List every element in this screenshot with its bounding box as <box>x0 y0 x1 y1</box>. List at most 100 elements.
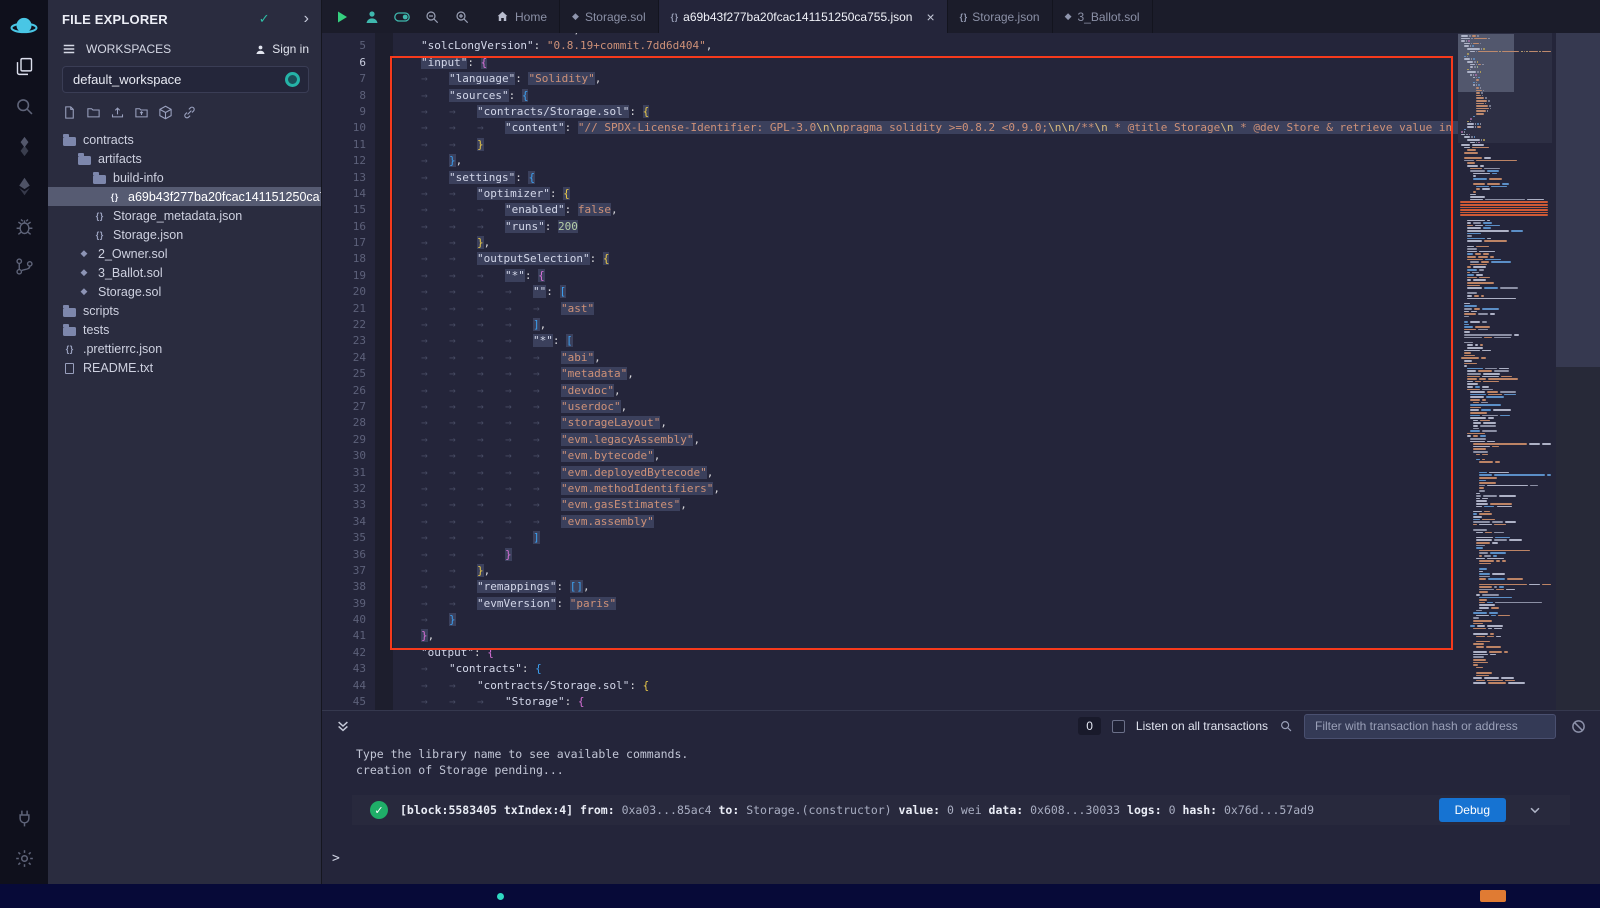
settings-icon[interactable] <box>8 842 40 874</box>
link-icon[interactable] <box>182 105 197 120</box>
debug-button[interactable]: Debug <box>1439 798 1506 822</box>
collapse-terminal-icon[interactable] <box>336 719 350 733</box>
code-line[interactable]: →→→→→"evm.deployedBytecode", <box>393 466 1458 482</box>
plugin-manager-icon[interactable] <box>8 802 40 834</box>
code-line[interactable]: →"language": "Solidity", <box>393 72 1458 88</box>
code-line[interactable]: →→"outputSelection": { <box>393 252 1458 268</box>
code-line[interactable]: →→"optimizer": { <box>393 187 1458 203</box>
minimap[interactable] <box>1458 33 1552 710</box>
code-line[interactable]: →→"evmVersion": "paris" <box>393 597 1458 613</box>
code-line[interactable]: →→→→→"abi", <box>393 351 1458 367</box>
upload-file-icon[interactable] <box>110 105 125 120</box>
code-line[interactable]: }, <box>393 629 1458 645</box>
code-line[interactable]: →→→→→"evm.methodIdentifiers", <box>393 482 1458 498</box>
code-line[interactable]: →→→→→"ast" <box>393 302 1458 318</box>
workspace-select[interactable]: default_workspace <box>62 66 309 93</box>
transaction-row[interactable]: ✓ [block:5583405 txIndex:4] from: 0xa03.… <box>352 795 1570 825</box>
zoom-in-icon[interactable] <box>454 9 470 25</box>
tree-item[interactable]: tests <box>48 320 321 339</box>
transaction-filter-input[interactable] <box>1304 714 1556 739</box>
code-line[interactable]: →→→→→"metadata", <box>393 367 1458 383</box>
code-line[interactable]: →→→→→"evm.legacyAssembly", <box>393 433 1458 449</box>
tree-item[interactable]: ◆Storage.sol <box>48 282 321 301</box>
code-line[interactable]: →→→"content": "// SPDX-License-Identifie… <box>393 121 1458 137</box>
scrollbar-thumb[interactable] <box>1556 33 1600 367</box>
expand-transaction-icon[interactable] <box>1528 803 1542 817</box>
chevron-right-icon[interactable]: › <box>304 10 309 28</box>
tree-item[interactable]: { }a69b43f277ba20fcac141151250ca7... <box>48 187 321 206</box>
code-line[interactable]: →→→→→"evm.bytecode", <box>393 449 1458 465</box>
tab-storage-json[interactable]: { }Storage.json <box>948 0 1053 33</box>
code-line[interactable]: "output": { <box>393 646 1458 662</box>
tab-a69b43f277ba20fcac141151250ca755-json[interactable]: { }a69b43f277ba20fcac141151250ca755.json… <box>659 0 948 33</box>
transaction-count-badge: 0 <box>1078 717 1101 735</box>
run-icon[interactable] <box>334 9 350 25</box>
code-viewport[interactable]: "solcVersion": "0.8.19","solcLongVersion… <box>393 33 1458 710</box>
code-line[interactable]: →→→→→"devdoc", <box>393 384 1458 400</box>
tree-item[interactable]: contracts <box>48 130 321 149</box>
code-line[interactable]: "solcLongVersion": "0.8.19+commit.7dd6d4… <box>393 39 1458 55</box>
code-line[interactable]: →→→→→"storageLayout", <box>393 416 1458 432</box>
search-icon[interactable] <box>8 90 40 122</box>
code-line[interactable]: →"contracts": { <box>393 662 1458 678</box>
editor-scrollbar[interactable] <box>1556 33 1600 710</box>
debugger-icon[interactable] <box>8 210 40 242</box>
code-line[interactable]: →→}, <box>393 236 1458 252</box>
code-line[interactable]: →→→"Storage": { <box>393 695 1458 710</box>
listen-label[interactable]: Listen on all transactions <box>1136 719 1268 733</box>
clear-console-icon[interactable] <box>1571 719 1586 734</box>
tab-storage-sol[interactable]: ◆Storage.sol <box>560 0 659 33</box>
code-line[interactable]: →→→→→"userdoc", <box>393 400 1458 416</box>
deploy-and-run-icon[interactable] <box>8 170 40 202</box>
code-line[interactable]: →→→"enabled": false, <box>393 203 1458 219</box>
cube-icon[interactable] <box>158 105 173 120</box>
code-line[interactable]: →→"contracts/Storage.sol": { <box>393 679 1458 695</box>
tree-item[interactable]: ◆3_Ballot.sol <box>48 263 321 282</box>
code-line[interactable]: "input": { <box>393 56 1458 72</box>
tree-item[interactable]: { }Storage.json <box>48 225 321 244</box>
code-line[interactable]: →→→→] <box>393 531 1458 547</box>
tab-home[interactable]: Home <box>484 0 560 33</box>
workspace-badge-icon <box>285 72 300 87</box>
tree-item[interactable]: { }Storage_metadata.json <box>48 206 321 225</box>
code-line[interactable]: →→}, <box>393 564 1458 580</box>
code-line[interactable]: →→→→→"evm.gasEstimates", <box>393 498 1458 514</box>
code-line[interactable]: →"settings": { <box>393 171 1458 187</box>
code-line[interactable]: →→→→"*": [ <box>393 334 1458 350</box>
tree-item[interactable]: README.txt <box>48 358 321 377</box>
json-file-icon: { } <box>960 12 967 22</box>
create-folder-icon[interactable] <box>86 105 101 120</box>
tab-3-ballot-sol[interactable]: ◆3_Ballot.sol <box>1053 0 1153 33</box>
tree-item[interactable]: { }.prettierrc.json <box>48 339 321 358</box>
code-line[interactable]: →→→"runs": 200 <box>393 220 1458 236</box>
zoom-out-icon[interactable] <box>424 9 440 25</box>
code-line[interactable]: →→→"*": { <box>393 269 1458 285</box>
code-editor[interactable]: 4567891011121314151617181920212223242526… <box>322 33 1600 710</box>
tree-item[interactable]: ◆2_Owner.sol <box>48 244 321 263</box>
code-line[interactable]: →→"remappings": [], <box>393 580 1458 596</box>
code-line[interactable]: →→} <box>393 138 1458 154</box>
code-line[interactable]: →} <box>393 613 1458 629</box>
sign-in-button[interactable]: Sign in <box>254 42 309 56</box>
code-line[interactable]: →→→} <box>393 548 1458 564</box>
listen-checkbox[interactable] <box>1112 720 1125 733</box>
toggle-icon[interactable] <box>394 9 410 25</box>
tab-close-icon[interactable]: × <box>926 10 934 24</box>
workspaces-menu-icon[interactable] <box>62 42 76 56</box>
solidity-compiler-icon[interactable] <box>8 130 40 162</box>
file-explorer-icon[interactable] <box>8 50 40 82</box>
code-line[interactable]: →→→→], <box>393 318 1458 334</box>
tree-item[interactable]: build-info <box>48 168 321 187</box>
code-line[interactable]: →→→→→"evm.assembly" <box>393 515 1458 531</box>
code-line[interactable]: →}, <box>393 154 1458 170</box>
source-control-icon[interactable] <box>8 250 40 282</box>
user-icon[interactable] <box>364 9 380 25</box>
tree-item[interactable]: artifacts <box>48 149 321 168</box>
upload-folder-icon[interactable] <box>134 105 149 120</box>
terminal-prompt[interactable]: > <box>332 851 340 866</box>
code-line[interactable]: →"sources": { <box>393 89 1458 105</box>
code-line[interactable]: →→"contracts/Storage.sol": { <box>393 105 1458 121</box>
create-file-icon[interactable] <box>62 105 77 120</box>
tree-item[interactable]: scripts <box>48 301 321 320</box>
code-line[interactable]: →→→→"": [ <box>393 285 1458 301</box>
